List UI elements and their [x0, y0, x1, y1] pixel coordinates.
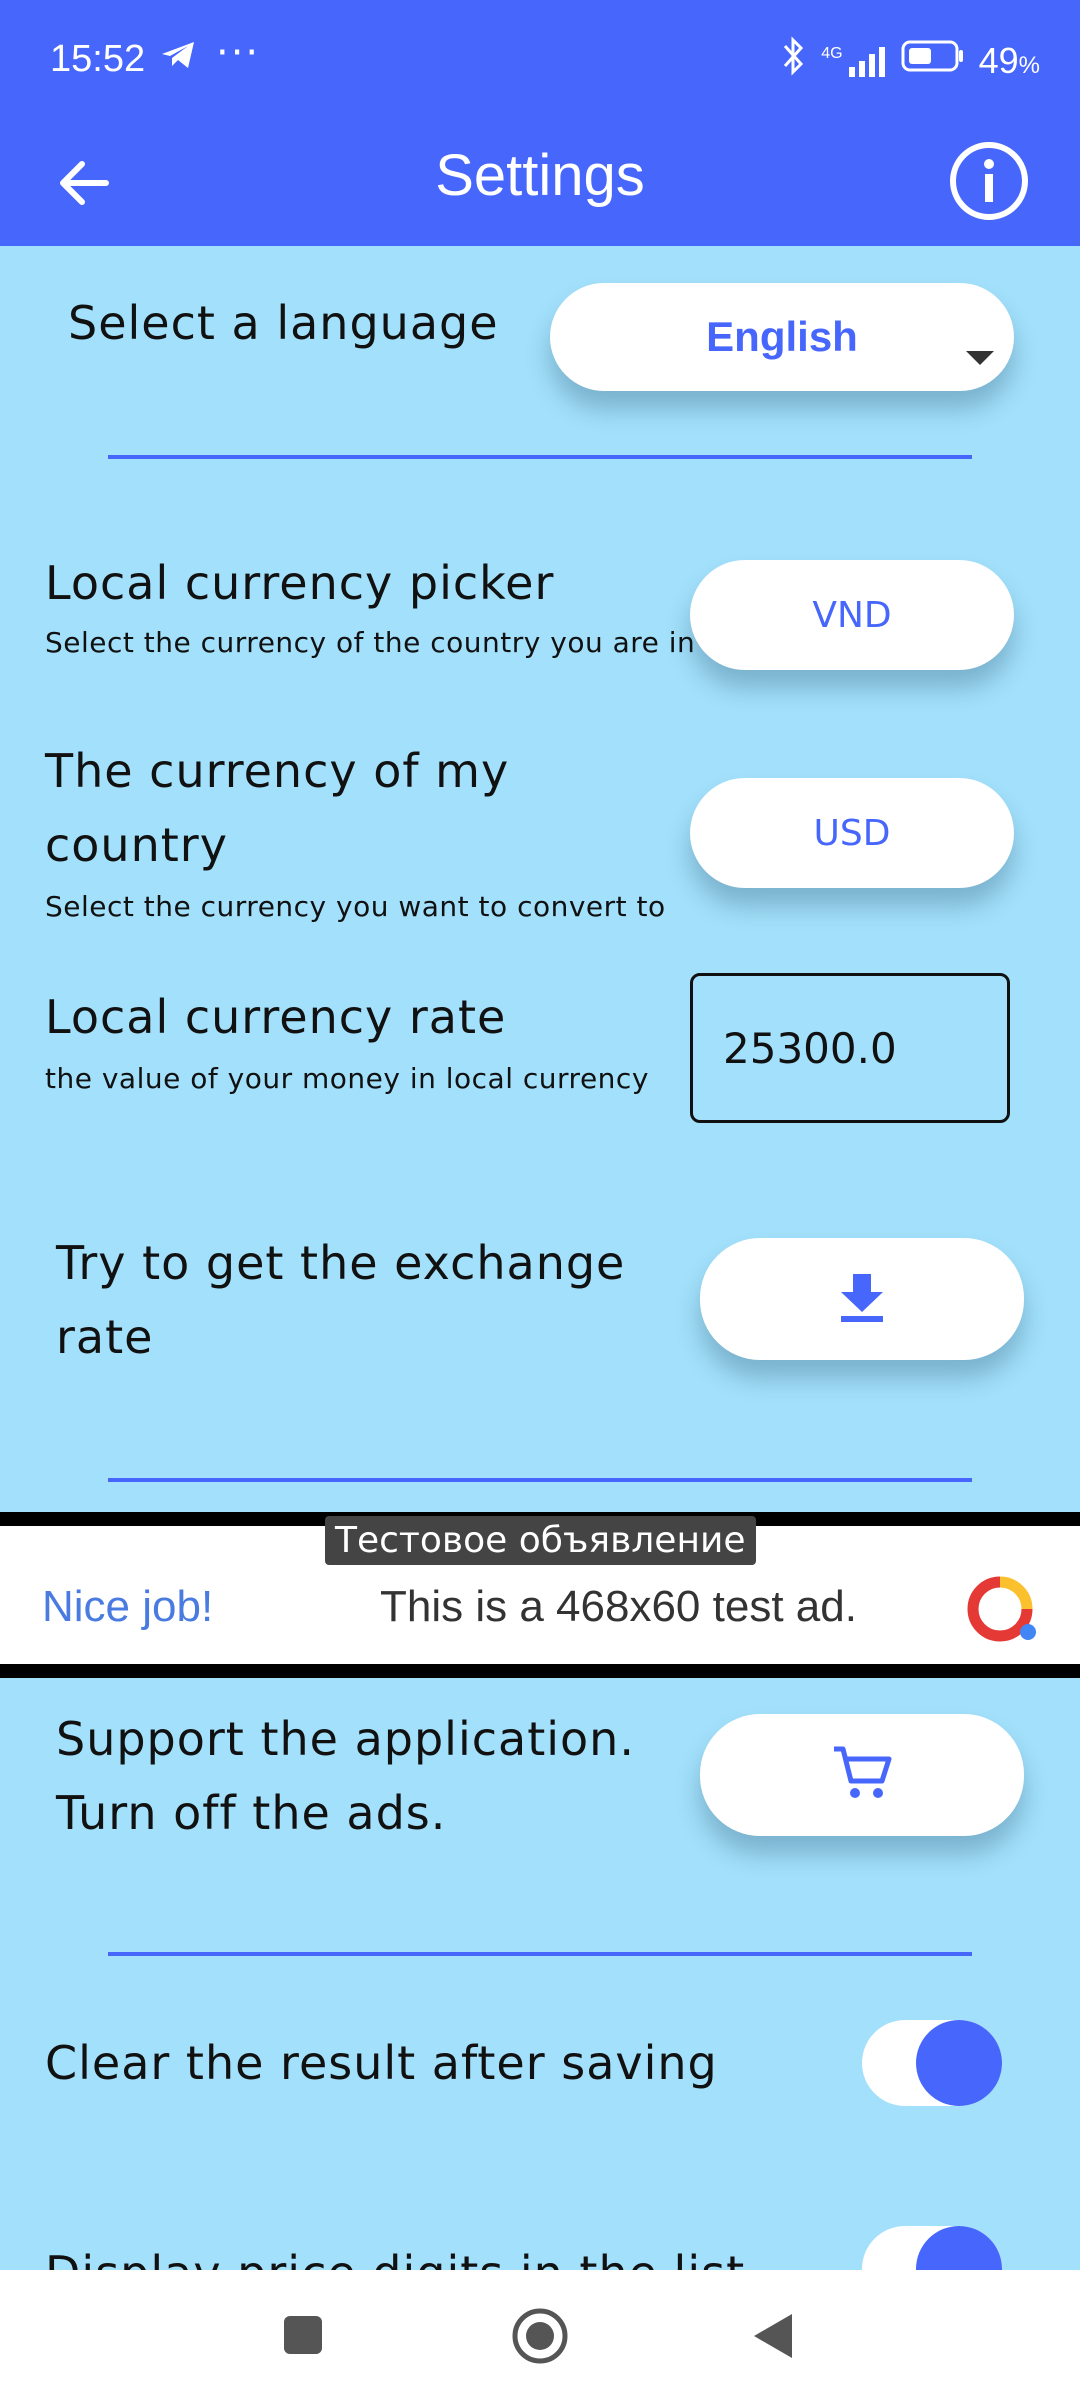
- local-currency-value: VND: [812, 594, 892, 636]
- language-label: Select a language: [68, 296, 499, 350]
- dropdown-arrow-icon: [966, 329, 994, 377]
- toggle-knob: [916, 2020, 1002, 2106]
- exchange-label-line1: Try to get the exchange: [56, 1236, 626, 1290]
- rate-label: Local currency rate: [45, 990, 507, 1044]
- support-line1: Support the application.: [56, 1712, 635, 1766]
- ad-headline: Nice job!: [42, 1582, 214, 1631]
- back-icon[interactable]: [752, 2312, 794, 2364]
- status-right: 4G 49%: [781, 36, 1040, 85]
- app-bar: Settings: [0, 120, 1080, 246]
- divider: [108, 1478, 972, 1482]
- network-type: 4G: [821, 44, 843, 62]
- more-notifications-icon: ···: [216, 30, 261, 76]
- home-icon[interactable]: [510, 2306, 570, 2370]
- battery-percent: 49%: [978, 39, 1040, 81]
- info-icon[interactable]: [948, 140, 1030, 222]
- recents-icon[interactable]: [282, 2314, 324, 2360]
- download-icon: [839, 1272, 885, 1326]
- cart-icon: [832, 1745, 892, 1805]
- fetch-rate-button[interactable]: [700, 1238, 1024, 1360]
- my-currency-button[interactable]: USD: [690, 778, 1014, 888]
- my-currency-value: USD: [813, 812, 891, 854]
- support-line2: Turn off the ads.: [56, 1786, 447, 1840]
- battery-icon: [901, 39, 965, 82]
- clear-result-toggle[interactable]: [862, 2020, 1002, 2106]
- divider: [108, 1952, 972, 1956]
- ad-logo-icon: [962, 1574, 1038, 1648]
- exchange-label-line2: rate: [56, 1310, 154, 1364]
- status-bar: 15:52 ··· 4G 49%: [0, 0, 1080, 120]
- signal-icon: 4G: [821, 45, 886, 77]
- ad-banner[interactable]: Тестовое объявление Nice job! This is a …: [0, 1512, 1080, 1678]
- local-currency-button[interactable]: VND: [690, 560, 1014, 670]
- rate-sub: the value of your money in local currenc…: [45, 1062, 649, 1095]
- my-currency-label-line2: country: [45, 818, 228, 872]
- rate-input[interactable]: 25300.0: [690, 973, 1010, 1123]
- bluetooth-icon: [781, 36, 807, 85]
- clear-result-label: Clear the result after saving: [45, 2036, 718, 2090]
- telegram-icon: [160, 40, 196, 74]
- language-dropdown[interactable]: English: [550, 283, 1014, 391]
- my-currency-label-line1: The currency of my: [45, 744, 510, 798]
- local-currency-label: Local currency picker: [45, 556, 555, 610]
- local-currency-sub: Select the currency of the country you a…: [45, 626, 696, 659]
- my-currency-sub: Select the currency you want to convert …: [45, 890, 666, 923]
- page-title: Settings: [435, 143, 645, 208]
- ad-text: This is a 468x60 test ad.: [380, 1582, 857, 1631]
- divider: [108, 455, 972, 459]
- language-value: English: [706, 313, 858, 360]
- remove-ads-button[interactable]: [700, 1714, 1024, 1836]
- ad-test-tag: Тестовое объявление: [325, 1516, 756, 1565]
- system-nav-bar: [0, 2270, 1080, 2400]
- status-time: 15:52: [50, 38, 146, 80]
